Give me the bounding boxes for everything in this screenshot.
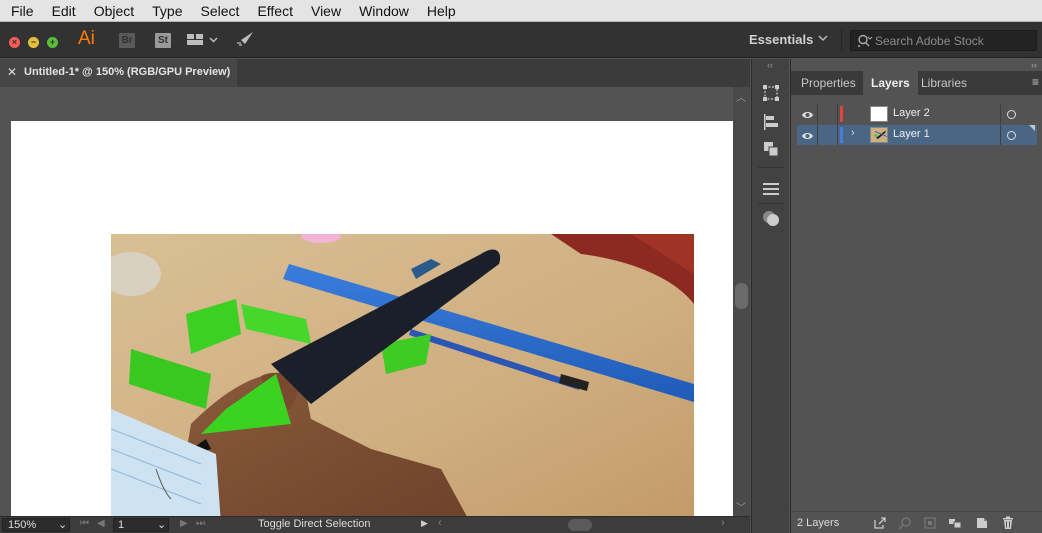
layer-color-swatch bbox=[840, 127, 843, 143]
menu-bar: File Edit Object Type Select Effect View… bbox=[0, 0, 1042, 22]
minimize-window-button[interactable]: − bbox=[28, 37, 39, 48]
divider bbox=[841, 28, 842, 52]
arrange-documents-icon[interactable] bbox=[186, 32, 218, 53]
layer-thumbnail bbox=[870, 106, 888, 122]
search-icon bbox=[857, 34, 873, 53]
chevron-down-icon: ⌄ bbox=[58, 519, 68, 531]
menu-effect[interactable]: Effect bbox=[248, 0, 302, 22]
tab-libraries[interactable]: Libraries bbox=[913, 71, 975, 95]
document-tab[interactable]: ✕ Untitled-1* @ 150% (RGB/GPU Preview) bbox=[0, 59, 237, 87]
illustrator-window: File Edit Object Type Select Effect View… bbox=[0, 0, 1042, 533]
close-window-button[interactable]: × bbox=[9, 37, 20, 48]
divider bbox=[1000, 125, 1001, 145]
menu-window[interactable]: Window bbox=[350, 0, 418, 22]
divider bbox=[817, 125, 818, 145]
panel-menu-icon[interactable]: ≡ bbox=[1032, 75, 1039, 89]
scroll-right-icon[interactable]: › bbox=[721, 517, 725, 529]
scroll-down-icon[interactable]: ﹀ bbox=[736, 499, 746, 514]
search-icon[interactable] bbox=[898, 516, 912, 530]
target-circle-icon[interactable] bbox=[1007, 131, 1016, 140]
illustrator-logo: Ai bbox=[78, 28, 95, 49]
collapse-icon[interactable]: ›› bbox=[1031, 60, 1037, 70]
scroll-thumb[interactable] bbox=[735, 283, 748, 309]
divider bbox=[837, 104, 838, 124]
current-tool-status[interactable]: Toggle Direct Selection bbox=[214, 518, 412, 532]
transform-icon[interactable] bbox=[762, 84, 780, 102]
new-sublayer-icon[interactable] bbox=[948, 516, 962, 530]
collapse-icon[interactable]: ‹‹ bbox=[767, 60, 773, 70]
layer-color-swatch bbox=[840, 106, 843, 122]
clipping-mask-icon[interactable] bbox=[923, 516, 937, 530]
stock-icon[interactable]: St bbox=[155, 33, 171, 48]
vertical-scrollbar[interactable]: ︿ ﹀ bbox=[733, 87, 750, 516]
bridge-icon[interactable]: Br bbox=[119, 33, 135, 48]
appearance-icon[interactable] bbox=[762, 209, 780, 227]
divider bbox=[758, 167, 784, 168]
selection-indicator bbox=[1029, 125, 1035, 131]
canvas-area[interactable] bbox=[0, 87, 733, 516]
status-menu-icon[interactable]: ▶ bbox=[421, 518, 428, 529]
menu-help[interactable]: Help bbox=[418, 0, 465, 22]
current-tool-label: Toggle Direct Selection bbox=[258, 518, 371, 530]
document-tab-title: Untitled-1* @ 150% (RGB/GPU Preview) bbox=[24, 66, 231, 78]
artboard[interactable] bbox=[11, 121, 733, 516]
document-tab-bar: ✕ Untitled-1* @ 150% (RGB/GPU Preview) bbox=[0, 59, 750, 87]
panel-tabs: Properties Layers Libraries ≡ bbox=[791, 71, 1042, 95]
menu-edit[interactable]: Edit bbox=[43, 0, 85, 22]
layer-count: 2 Layers bbox=[797, 517, 840, 529]
placed-photo[interactable] bbox=[111, 234, 694, 516]
divider bbox=[817, 104, 818, 124]
menu-select[interactable]: Select bbox=[192, 0, 249, 22]
layers-panel: ›› Properties Layers Libraries ≡ Layer 2 bbox=[790, 59, 1042, 533]
tab-layers[interactable]: Layers bbox=[863, 71, 918, 95]
divider bbox=[758, 203, 784, 204]
scroll-up-icon[interactable]: ︿ bbox=[736, 89, 746, 104]
maximize-window-button[interactable]: + bbox=[47, 37, 58, 48]
chevron-down-icon: ⌄ bbox=[157, 519, 167, 531]
zoom-value: 150% bbox=[8, 519, 37, 531]
pathfinder-icon[interactable] bbox=[762, 140, 780, 158]
menu-type[interactable]: Type bbox=[143, 0, 191, 22]
zoom-select[interactable]: 150% ⌄ bbox=[2, 518, 70, 532]
artboard-number: 1 bbox=[118, 519, 125, 531]
menu-view[interactable]: View bbox=[302, 0, 350, 22]
divider bbox=[837, 125, 838, 145]
layer-row-layer-2[interactable]: Layer 2 bbox=[797, 104, 1037, 124]
workspace-switcher[interactable]: Essentials bbox=[749, 32, 813, 47]
chevron-down-icon[interactable] bbox=[818, 33, 828, 45]
divider bbox=[1000, 104, 1001, 124]
stroke-icon[interactable] bbox=[762, 180, 780, 198]
tab-properties[interactable]: Properties bbox=[793, 71, 864, 95]
stock-search-input[interactable] bbox=[875, 31, 1033, 50]
menu-object[interactable]: Object bbox=[85, 0, 143, 22]
application-bar: × − + Ai Br St Essentials bbox=[0, 22, 1042, 58]
last-artboard-icon[interactable]: ⏭ bbox=[196, 518, 205, 529]
horizontal-scroll-thumb[interactable] bbox=[568, 519, 592, 531]
scroll-left-icon[interactable]: ‹ bbox=[438, 517, 442, 529]
gpu-performance-icon[interactable] bbox=[235, 30, 255, 55]
panel-icon-strip: ‹‹ bbox=[751, 59, 789, 533]
new-layer-icon[interactable] bbox=[975, 516, 989, 530]
next-artboard-icon[interactable]: ▶ bbox=[180, 518, 188, 529]
layer-row-layer-1[interactable]: › Layer 1 bbox=[797, 125, 1037, 145]
panel-footer: 2 Layers bbox=[791, 511, 1042, 533]
menu-file[interactable]: File bbox=[0, 0, 43, 22]
trash-icon[interactable] bbox=[1001, 516, 1015, 530]
first-artboard-icon[interactable]: ⏮ bbox=[80, 518, 89, 529]
export-icon[interactable] bbox=[873, 516, 887, 530]
eye-icon[interactable] bbox=[801, 107, 814, 125]
stock-search-field[interactable] bbox=[850, 30, 1037, 51]
layer-name[interactable]: Layer 2 bbox=[893, 107, 930, 119]
artboard-select[interactable]: 1 ⌄ bbox=[113, 518, 169, 532]
target-circle-icon[interactable] bbox=[1007, 110, 1016, 119]
close-tab-icon[interactable]: ✕ bbox=[7, 65, 17, 79]
previous-artboard-icon[interactable]: ◀ bbox=[97, 518, 105, 529]
eye-icon[interactable] bbox=[801, 128, 814, 146]
layer-name[interactable]: Layer 1 bbox=[893, 128, 930, 140]
status-bar: 150% ⌄ ⏮ ◀ 1 ⌄ ▶ ⏭ Toggle Direct Selecti… bbox=[0, 516, 750, 533]
align-icon[interactable] bbox=[762, 113, 780, 131]
layer-thumbnail bbox=[870, 127, 888, 143]
expand-chevron-icon[interactable]: › bbox=[851, 127, 855, 139]
